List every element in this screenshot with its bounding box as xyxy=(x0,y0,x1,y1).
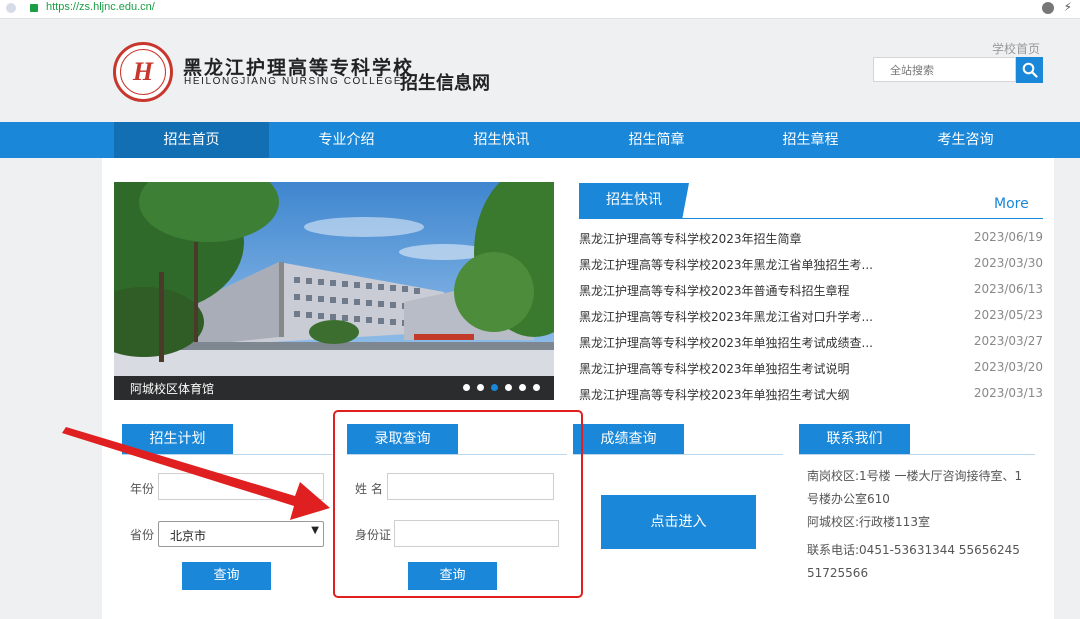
plan-tab[interactable]: 招生计划 xyxy=(122,424,233,454)
site-header: H 黑龙江护理高等专科学校 HEILONGJIANG NURSING COLLE… xyxy=(0,19,1080,122)
carousel-dots xyxy=(463,384,540,391)
news-title[interactable]: 黑龙江护理高等专科学校2023年单独招生考试成绩查... xyxy=(579,334,873,351)
extension-icon[interactable] xyxy=(1042,2,1054,14)
nav-item-home[interactable]: 招生首页 xyxy=(114,122,269,158)
news-title[interactable]: 黑龙江护理高等专科学校2023年黑龙江省对口升学考... xyxy=(579,308,873,325)
school-home-link[interactable]: 学校首页 xyxy=(992,40,1040,57)
contact-tab[interactable]: 联系我们 xyxy=(799,424,910,454)
site-title: 招生信息网 xyxy=(400,73,490,94)
nav-item-regulations[interactable]: 招生章程 xyxy=(733,122,888,158)
carousel-dot-active[interactable] xyxy=(491,384,498,391)
browser-address-bar[interactable]: https://zs.hljnc.edu.cn/ ⚡ xyxy=(0,0,1080,19)
plan-divider xyxy=(122,454,332,455)
news-divider xyxy=(579,218,1043,219)
carousel-dot[interactable] xyxy=(533,384,540,391)
news-item[interactable]: 黑龙江护理高等专科学校2023年招生简章 2023/06/19 xyxy=(579,226,1043,252)
news-date: 2023/03/27 xyxy=(973,334,1043,348)
news-title[interactable]: 黑龙江护理高等专科学校2023年单独招生考试大纲 xyxy=(579,386,850,403)
plan-year-label: 年份 xyxy=(130,482,155,496)
banner-carousel[interactable]: 阿城校区体育馆 xyxy=(114,182,554,400)
contact-line: 号楼办公室610 xyxy=(807,492,890,506)
news-item[interactable]: 黑龙江护理高等专科学校2023年普通专科招生章程 2023/06/13 xyxy=(579,278,1043,304)
nav-item-consult[interactable]: 考生咨询 xyxy=(888,122,1043,158)
news-item[interactable]: 黑龙江护理高等专科学校2023年黑龙江省对口升学考... 2023/05/23 xyxy=(579,304,1043,330)
news-title[interactable]: 黑龙江护理高等专科学校2023年黑龙江省单独招生考... xyxy=(579,256,873,273)
score-enter-button[interactable]: 点击进入 xyxy=(601,495,756,549)
nav-item-majors[interactable]: 专业介绍 xyxy=(269,122,424,158)
highlight-box xyxy=(333,410,583,598)
contact-phone: 联系电话:0451-53631344 55656245 xyxy=(807,543,1020,557)
banner-caption-bar: 阿城校区体育馆 xyxy=(114,376,554,400)
plan-year-input[interactable] xyxy=(158,473,324,500)
news-title[interactable]: 黑龙江护理高等专科学校2023年普通专科招生章程 xyxy=(579,282,850,299)
score-divider xyxy=(573,454,783,455)
news-item[interactable]: 黑龙江护理高等专科学校2023年单独招生考试说明 2023/03/20 xyxy=(579,356,1043,382)
carousel-dot[interactable] xyxy=(519,384,526,391)
news-date: 2023/06/19 xyxy=(973,230,1043,244)
news-item[interactable]: 黑龙江护理高等专科学校2023年单独招生考试大纲 2023/03/13 xyxy=(579,382,1043,408)
site-info-icon[interactable] xyxy=(6,3,16,13)
news-title[interactable]: 黑龙江护理高等专科学校2023年单独招生考试说明 xyxy=(579,360,850,377)
news-date: 2023/06/13 xyxy=(973,282,1043,296)
news-title[interactable]: 黑龙江护理高等专科学校2023年招生简章 xyxy=(579,230,802,247)
school-name-en: HEILONGJIANG NURSING COLLEGE xyxy=(184,76,403,87)
contact-phone-extra: 51725566 xyxy=(807,566,869,580)
nav-item-brochure[interactable]: 招生简章 xyxy=(579,122,734,158)
plan-province-label: 省份 xyxy=(130,528,155,542)
news-tab[interactable]: 招生快讯 xyxy=(579,183,689,218)
carousel-dot[interactable] xyxy=(505,384,512,391)
search-button[interactable] xyxy=(1016,57,1043,83)
campus-photo xyxy=(114,182,554,400)
news-date: 2023/03/30 xyxy=(973,256,1043,270)
news-item[interactable]: 黑龙江护理高等专科学校2023年黑龙江省单独招生考... 2023/03/30 xyxy=(579,252,1043,278)
logo-letter: H xyxy=(120,49,166,95)
carousel-dot[interactable] xyxy=(463,384,470,391)
plan-query-button[interactable]: 查询 xyxy=(182,562,271,590)
search-icon xyxy=(1022,62,1038,78)
bolt-icon[interactable]: ⚡ xyxy=(1064,0,1072,14)
search-input[interactable] xyxy=(888,59,1012,82)
lock-icon xyxy=(30,4,38,12)
news-date: 2023/03/13 xyxy=(973,386,1043,400)
news-date: 2023/05/23 xyxy=(973,308,1043,322)
contact-line: 南岗校区:1号楼 一楼大厅咨询接待室、1 xyxy=(807,469,1023,483)
college-logo[interactable]: H xyxy=(113,42,173,102)
carousel-dot[interactable] xyxy=(477,384,484,391)
score-tab[interactable]: 成绩查询 xyxy=(573,424,684,454)
plan-province-value: 北京市 xyxy=(170,529,207,543)
news-item[interactable]: 黑龙江护理高等专科学校2023年单独招生考试成绩查... 2023/03/27 xyxy=(579,330,1043,356)
contact-line: 阿城校区:行政楼113室 xyxy=(807,515,930,529)
banner-caption: 阿城校区体育馆 xyxy=(130,382,215,396)
chevron-down-icon: ▼ xyxy=(311,525,319,536)
main-nav: 招生首页 专业介绍 招生快讯 招生简章 招生章程 考生咨询 xyxy=(0,122,1080,158)
nav-item-news[interactable]: 招生快讯 xyxy=(424,122,579,158)
url-text[interactable]: https://zs.hljnc.edu.cn/ xyxy=(46,1,155,13)
plan-province-select[interactable]: 北京市 ▼ xyxy=(158,521,324,547)
site-search-box[interactable] xyxy=(873,57,1016,82)
news-date: 2023/03/20 xyxy=(973,360,1043,374)
news-more-link[interactable]: More xyxy=(994,196,1029,212)
contact-divider xyxy=(799,454,1035,455)
